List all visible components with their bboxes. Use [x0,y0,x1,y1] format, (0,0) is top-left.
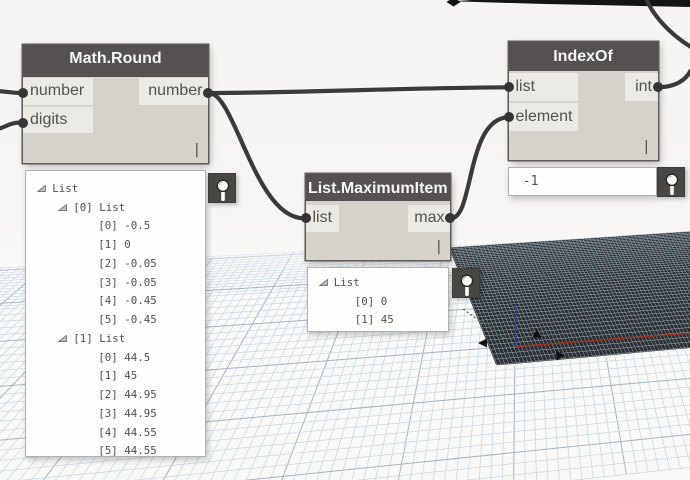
wire[interactable] [658,68,690,90]
preview-value: List [333,275,360,289]
preview-value: [1] 45 [98,369,138,383]
lacing-indicator[interactable]: | [642,140,650,154]
wire[interactable] [208,85,510,96]
preview-value: [4] 44.55 [98,425,157,439]
preview-row: -1 [509,173,656,192]
input-nub-list[interactable] [300,213,311,224]
preview-row: [1] 45 [26,367,205,386]
preview-bubble-math-round[interactable]: List [0] List [0] -0.5 [1] 0 [2] -0.05 [3] -0… [25,170,206,457]
preview-value: [1] 45 [354,313,394,327]
preview-row: [0] -0.5 [26,217,205,236]
input-nub-digits[interactable] [18,117,28,128]
preview-value: [5] -0.45 [98,313,157,327]
pin-preview-button[interactable] [208,172,236,203]
expander-triangle-icon[interactable] [58,334,68,342]
input-nub-list[interactable] [503,82,514,93]
input-nub-number[interactable] [18,88,28,98]
preview-row: [0] 0 [308,292,448,311]
preview-value: [2] 44.95 [98,388,157,402]
preview-bubble-indexof[interactable]: -1 [507,166,657,196]
lacing-indicator[interactable]: | [435,240,443,254]
preview-row: [0] List [26,198,205,217]
node-title[interactable]: Math.Round [23,45,208,77]
preview-value: List [52,181,79,195]
preview-value: [5] 44.55 [98,444,157,458]
preview-row: [0] 44.5 [26,348,205,367]
expander-triangle-icon[interactable] [58,203,68,211]
input-port-list[interactable]: list [508,73,578,102]
node-list-maximumitem[interactable]: List.MaximumItem list max | [300,173,455,260]
wire[interactable] [0,120,21,131]
pushpin-icon [665,173,679,195]
preview-value: [0] List [73,200,126,214]
wire[interactable] [450,115,510,221]
preview-row: [5] 44.55 [26,442,205,461]
preview-value: [0] 44.5 [98,350,151,364]
node-title[interactable]: List.MaximumItem [305,173,450,201]
output-nub-number[interactable] [203,88,213,98]
preview-value: [1] List [73,331,126,345]
preview-row: [1] 45 [308,311,448,330]
preview-value: [3] 44.95 [98,406,157,420]
input-nub-element[interactable] [503,112,514,123]
preview-row: [5] -0.45 [26,310,205,329]
input-port-number[interactable]: number [23,77,93,105]
node-title[interactable]: IndexOf [508,42,658,72]
preview-row: [1] List [26,329,205,348]
preview-value: -1 [522,174,539,190]
preview-row: [3] -0.05 [26,273,205,292]
output-port-max[interactable]: max [408,204,450,232]
pushpin-icon [460,274,474,296]
preview-value: [0] -0.5 [98,219,151,233]
output-nub-int[interactable] [652,82,663,93]
preview-row: [2] -0.05 [26,254,205,273]
wire[interactable] [644,0,690,49]
pin-preview-button[interactable] [452,268,480,298]
preview-bubble-list-maximumitem[interactable]: List [0] 0 [1] 45 [306,267,449,332]
preview-row: [4] -0.45 [26,292,205,311]
wire[interactable] [0,89,21,96]
preview-row: List [308,273,448,292]
pushpin-icon [216,179,230,201]
preview-value: [3] -0.05 [98,275,157,289]
preview-row: [2] 44.95 [26,385,205,404]
preview-value: [4] -0.45 [98,294,157,308]
preview-row: List [26,179,205,198]
expander-triangle-icon[interactable] [318,278,328,286]
input-port-digits[interactable]: digits [23,106,93,133]
node-math-round[interactable]: Math.Round number digits number | [18,45,213,163]
input-port-element[interactable]: element [508,103,578,132]
preview-row: [3] 44.95 [26,404,205,423]
preview-value: [2] -0.05 [98,256,157,270]
pin-preview-button[interactable] [657,167,685,197]
preview-row: [1] 0 [26,235,205,254]
lacing-indicator[interactable]: | [193,143,201,157]
output-port-number[interactable]: number [139,77,208,105]
expander-triangle-icon[interactable] [37,184,47,192]
preview-value: [0] 0 [354,294,388,308]
node-indexof[interactable]: IndexOf list element int | [503,42,663,160]
preview-value: [1] 0 [98,238,131,252]
preview-row: [4] 44.55 [26,423,205,442]
edge-on-surface [453,0,690,7]
